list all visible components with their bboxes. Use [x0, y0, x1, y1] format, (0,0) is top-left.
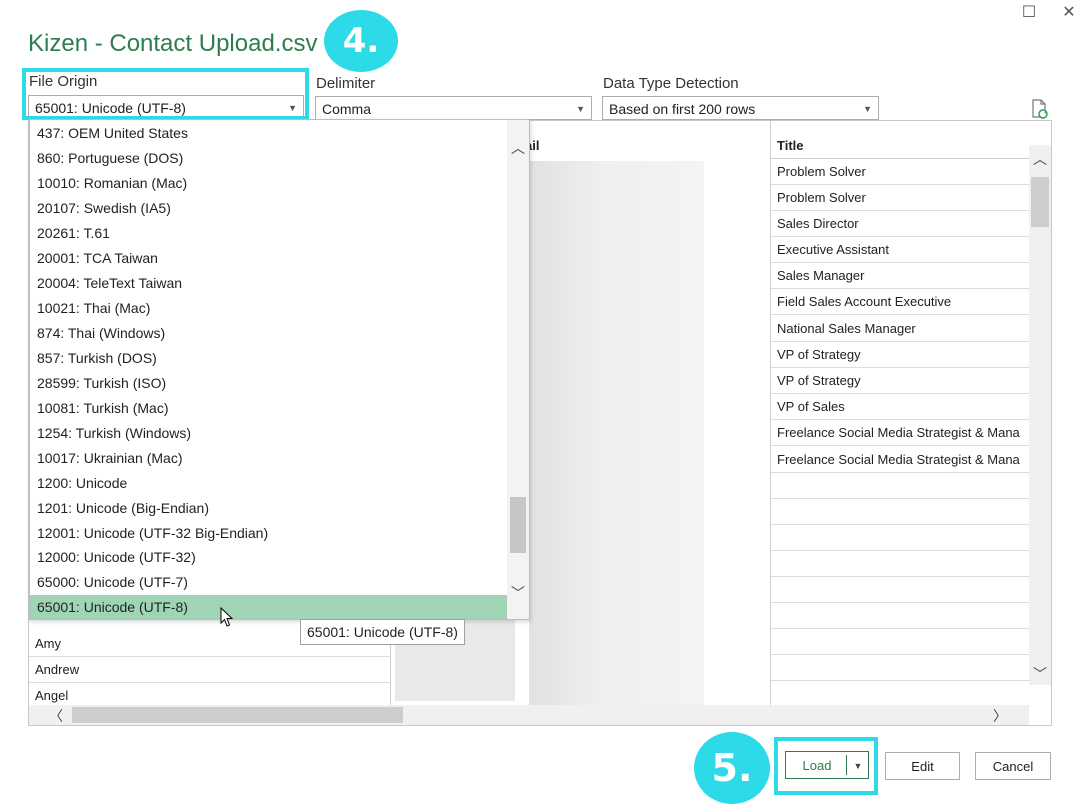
- file-origin-dropdown-list[interactable]: 437: OEM United States 860: Portuguese (…: [29, 119, 530, 620]
- close-icon[interactable]: ✕: [1058, 2, 1080, 22]
- table-row: Problem Solver: [771, 159, 1029, 185]
- scroll-up-icon[interactable]: ︿: [1033, 149, 1047, 169]
- scroll-down-icon[interactable]: ﹀: [1033, 664, 1047, 684]
- dropdown-option[interactable]: 12001: Unicode (UTF-32 Big-Endian): [30, 521, 508, 546]
- scroll-thumb[interactable]: [1031, 177, 1049, 227]
- table-row: [771, 551, 1029, 577]
- table-row: [771, 499, 1029, 525]
- blurred-email-cells: [529, 161, 704, 721]
- cancel-button[interactable]: Cancel: [975, 752, 1051, 780]
- load-button[interactable]: Load ▼: [785, 751, 869, 779]
- table-row: [771, 473, 1029, 499]
- edit-button[interactable]: Edit: [885, 752, 960, 780]
- table-row: Field Sales Account Executive: [771, 289, 1029, 315]
- dropdown-option[interactable]: 1200: Unicode: [30, 471, 508, 496]
- dropdown-option[interactable]: 20107: Swedish (IA5): [30, 196, 508, 221]
- dropdown-option[interactable]: 10021: Thai (Mac): [30, 296, 508, 321]
- split-divider: [846, 755, 847, 775]
- column-header-title[interactable]: Title: [777, 138, 804, 153]
- chevron-down-icon[interactable]: ▼: [848, 752, 868, 780]
- dropdown-option[interactable]: 1254: Turkish (Windows): [30, 421, 508, 446]
- dropdown-option[interactable]: 65000: Unicode (UTF-7): [30, 570, 508, 595]
- dropdown-option[interactable]: 1201: Unicode (Big-Endian): [30, 496, 508, 521]
- data-type-detection-label: Data Type Detection: [603, 75, 739, 92]
- dialog-title: Kizen - Contact Upload.csv: [28, 30, 318, 57]
- data-type-detection-select[interactable]: Based on first 200 rows ▼: [602, 96, 879, 120]
- dropdown-option[interactable]: 874: Thai (Windows): [30, 321, 508, 346]
- dropdown-option[interactable]: 20261: T.61: [30, 221, 508, 246]
- delimiter-label: Delimiter: [316, 75, 376, 92]
- table-row: Freelance Social Media Strategist & Mana: [771, 420, 1029, 446]
- table-row: Sales Manager: [771, 263, 1029, 289]
- step-5-badge: 5.: [694, 732, 770, 804]
- dropdown-option[interactable]: 860: Portuguese (DOS): [30, 146, 508, 171]
- dropdown-option-selected[interactable]: 65001: Unicode (UTF-8): [30, 595, 508, 619]
- table-row: [771, 525, 1029, 551]
- table-row: VP of Strategy: [771, 342, 1029, 368]
- table-row: Sales Director: [771, 211, 1029, 237]
- table-row: Freelance Social Media Strategist & Mana: [771, 447, 1029, 473]
- dropdown-option[interactable]: 10081: Turkish (Mac): [30, 396, 508, 421]
- dropdown-option[interactable]: 20001: TCA Taiwan: [30, 246, 508, 271]
- table-row: [771, 603, 1029, 629]
- scroll-left-icon[interactable]: 〈: [49, 706, 63, 725]
- dropdown-option[interactable]: 857: Turkish (DOS): [30, 346, 508, 371]
- step-4-badge: 4.: [324, 10, 398, 72]
- table-row: Problem Solver: [771, 185, 1029, 211]
- table-row: Executive Assistant: [771, 237, 1029, 263]
- vertical-scrollbar[interactable]: [1029, 145, 1051, 685]
- dropdown-option[interactable]: 437: OEM United States: [30, 121, 508, 146]
- scroll-thumb[interactable]: [72, 707, 403, 723]
- scroll-right-icon[interactable]: 〉: [993, 706, 1007, 725]
- delimiter-value: Comma: [322, 101, 372, 117]
- data-type-detection-value: Based on first 200 rows: [609, 101, 756, 117]
- maximize-icon[interactable]: ☐: [1018, 2, 1040, 22]
- dropdown-option[interactable]: 12000: Unicode (UTF-32): [30, 545, 508, 570]
- mouse-cursor-icon: [220, 606, 234, 629]
- table-row: VP of Strategy: [771, 368, 1029, 394]
- table-row: Andrew: [29, 657, 390, 683]
- table-row: VP of Sales: [771, 394, 1029, 420]
- selection-tooltip: 65001: Unicode (UTF-8): [300, 619, 465, 645]
- dropdown-scrollbar[interactable]: [507, 120, 529, 619]
- table-row: [771, 681, 1029, 707]
- scroll-down-icon[interactable]: ﹀: [511, 583, 525, 603]
- delimiter-select[interactable]: Comma ▼: [315, 96, 592, 120]
- horizontal-scrollbar[interactable]: [29, 705, 1029, 725]
- dropdown-option[interactable]: 20004: TeleText Taiwan: [30, 271, 508, 296]
- load-button-label: Load: [802, 758, 832, 773]
- dropdown-option[interactable]: 10010: Romanian (Mac): [30, 171, 508, 196]
- dropdown-option[interactable]: 28599: Turkish (ISO): [30, 371, 508, 396]
- file-origin-highlight: [22, 68, 309, 120]
- refresh-icon[interactable]: [1030, 98, 1050, 120]
- table-row: [771, 629, 1029, 655]
- chevron-down-icon: ▼: [863, 104, 872, 114]
- table-row: [771, 577, 1029, 603]
- table-row: [771, 655, 1029, 681]
- scroll-up-icon[interactable]: ︿: [511, 138, 525, 158]
- chevron-down-icon: ▼: [576, 104, 585, 114]
- dropdown-option[interactable]: 10017: Ukrainian (Mac): [30, 446, 508, 471]
- table-row: National Sales Manager: [771, 316, 1029, 342]
- scroll-thumb[interactable]: [510, 497, 526, 553]
